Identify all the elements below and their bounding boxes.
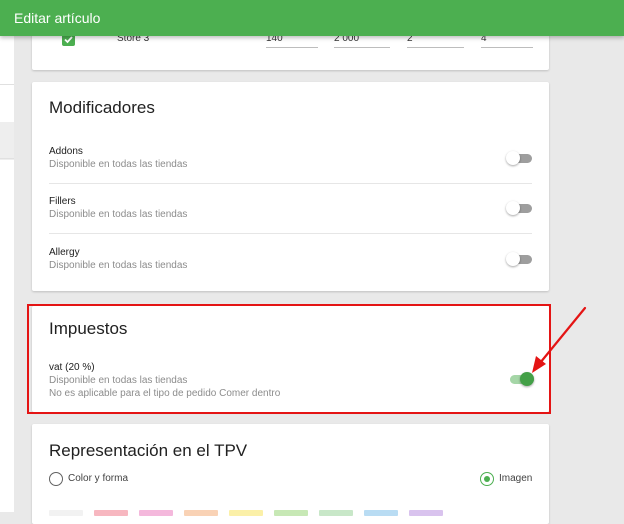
annotation-arrow-icon: [532, 306, 587, 373]
